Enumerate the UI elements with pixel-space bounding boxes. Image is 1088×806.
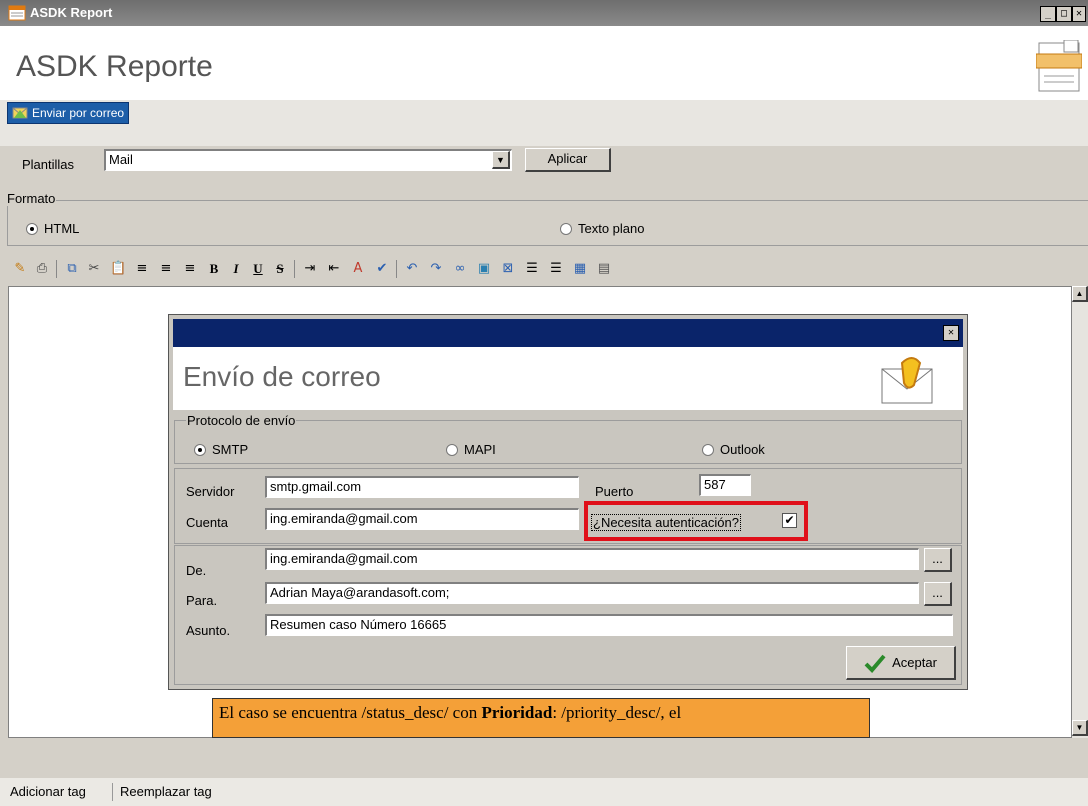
footer-bar: Adicionar tag Reemplazar tag	[0, 778, 1088, 806]
dialog-title-bar: ✕	[173, 319, 963, 347]
accept-button[interactable]: Aceptar	[846, 646, 956, 680]
accept-label: Aceptar	[892, 655, 937, 670]
templates-selected-value: Mail	[109, 152, 133, 167]
templates-label: Plantillas	[22, 157, 75, 172]
report-document-icon	[1036, 40, 1082, 92]
top-toolbar	[0, 100, 1088, 146]
add-tag-link[interactable]: Adicionar tag	[10, 784, 86, 799]
templates-select[interactable]: Mail	[104, 149, 512, 171]
report-app-icon	[8, 5, 26, 21]
status-bar	[0, 738, 1088, 778]
protocol-outlook-radio[interactable]	[702, 444, 714, 456]
replace-tag-link[interactable]: Reemplazar tag	[120, 784, 212, 799]
send-email-button[interactable]: Enviar por correo	[7, 102, 130, 124]
format-legend: Formato	[6, 191, 57, 206]
protocol-legend: Protocolo de envío	[186, 413, 297, 428]
to-input[interactable]: Adrian Maya@arandasoft.com;	[265, 582, 919, 604]
server-label: Servidor	[186, 484, 235, 499]
format-group	[7, 200, 1088, 246]
window-title-bar: ASDK Report _ □ ✕	[0, 0, 1088, 26]
port-label: Puerto	[595, 484, 634, 499]
numbered-list-icon[interactable]: ☰	[524, 261, 540, 277]
from-browse-button[interactable]: ...	[924, 548, 952, 572]
mail-envelope-icon	[881, 357, 933, 404]
align-right-icon[interactable]: ≡	[182, 261, 198, 277]
send-email-label: Enviar por correo	[32, 106, 125, 120]
protocol-smtp-radio[interactable]	[194, 444, 206, 456]
copy-icon[interactable]: ⧉	[64, 261, 80, 277]
format-html-radio[interactable]	[26, 223, 38, 235]
undo-icon[interactable]: ↶	[404, 261, 420, 277]
protocol-outlook-label: Outlook	[720, 442, 765, 457]
auth-label: ¿Necesita autenticación?	[591, 514, 741, 531]
maximize-icon[interactable]: □	[1056, 6, 1072, 22]
page-title: ASDK Reporte	[16, 50, 213, 83]
dialog-heading: Envío de correo	[183, 361, 381, 392]
protocol-mapi-label: MAPI	[464, 442, 496, 457]
format-plain-radio[interactable]	[560, 223, 572, 235]
banner-text-before: El caso se encuentra /status_desc/ con	[219, 703, 482, 722]
scroll-down-icon[interactable]: ▼	[1072, 720, 1088, 736]
outdent-icon[interactable]: ⇤	[326, 261, 342, 277]
to-browse-button[interactable]: ...	[924, 582, 952, 606]
redo-icon[interactable]: ↷	[428, 261, 444, 277]
banner-text-after: : /priority_desc/, el	[552, 703, 682, 722]
italic-icon[interactable]: I	[228, 261, 244, 277]
checkmark-icon	[864, 654, 886, 673]
bullet-list-icon[interactable]: ☰	[548, 261, 564, 277]
window-title: ASDK Report	[30, 5, 113, 20]
cut-icon[interactable]: ✂	[86, 261, 102, 277]
subject-label: Asunto.	[186, 623, 231, 638]
from-label: De.	[186, 563, 207, 578]
apply-button[interactable]: Aplicar	[525, 148, 611, 172]
scroll-up-icon[interactable]: ▲	[1072, 286, 1088, 302]
dialog-close-icon[interactable]: ✕	[943, 325, 959, 341]
account-label: Cuenta	[186, 515, 228, 530]
table-delete-icon[interactable]: ⊠	[500, 261, 516, 277]
minimize-icon[interactable]: _	[1040, 6, 1056, 22]
strikethrough-icon[interactable]: S	[272, 261, 288, 277]
to-label: Para.	[186, 593, 218, 608]
close-icon[interactable]: ✕	[1072, 6, 1086, 22]
protocol-smtp-label: SMTP	[212, 442, 249, 457]
table-icon[interactable]: ▦	[572, 261, 588, 277]
account-input[interactable]: ing.emiranda@gmail.com	[265, 508, 579, 530]
from-input[interactable]: ing.emiranda@gmail.com	[265, 548, 919, 570]
auth-checkbox[interactable]: ✔	[782, 513, 797, 528]
spellcheck-icon[interactable]: ✔	[374, 261, 390, 277]
horizontal-rule-icon[interactable]: ▤	[596, 261, 612, 277]
case-template-text: El caso se encuentra /status_desc/ con P…	[212, 698, 870, 738]
send-mail-icon	[12, 107, 28, 119]
image-icon[interactable]: ▣	[476, 261, 492, 277]
format-html-label: HTML	[44, 221, 80, 236]
align-center-icon[interactable]: ≡	[158, 261, 174, 277]
editor-scrollbar[interactable]: ▲ ▼	[1072, 286, 1088, 738]
link-icon[interactable]: ∞	[452, 261, 468, 277]
bold-icon[interactable]: B	[206, 261, 222, 277]
print-icon[interactable]: ⎙	[34, 261, 50, 277]
banner-bold-text: Prioridad	[481, 703, 553, 722]
server-input[interactable]: smtp.gmail.com	[265, 476, 579, 498]
protocol-mapi-radio[interactable]	[446, 444, 458, 456]
underline-icon[interactable]: U	[250, 261, 266, 277]
edit-icon[interactable]: ✎	[12, 261, 28, 277]
paste-icon[interactable]: 📋	[110, 261, 126, 277]
subject-input[interactable]: Resumen caso Número 16665	[265, 614, 953, 636]
port-input[interactable]: 587	[699, 474, 751, 496]
font-color-icon[interactable]: A	[350, 261, 366, 277]
format-plain-label: Texto plano	[578, 221, 645, 236]
indent-icon[interactable]: ⇥	[302, 261, 318, 277]
align-left-icon[interactable]: ≡	[134, 261, 150, 277]
chevron-down-icon[interactable]: ▼	[492, 151, 510, 169]
